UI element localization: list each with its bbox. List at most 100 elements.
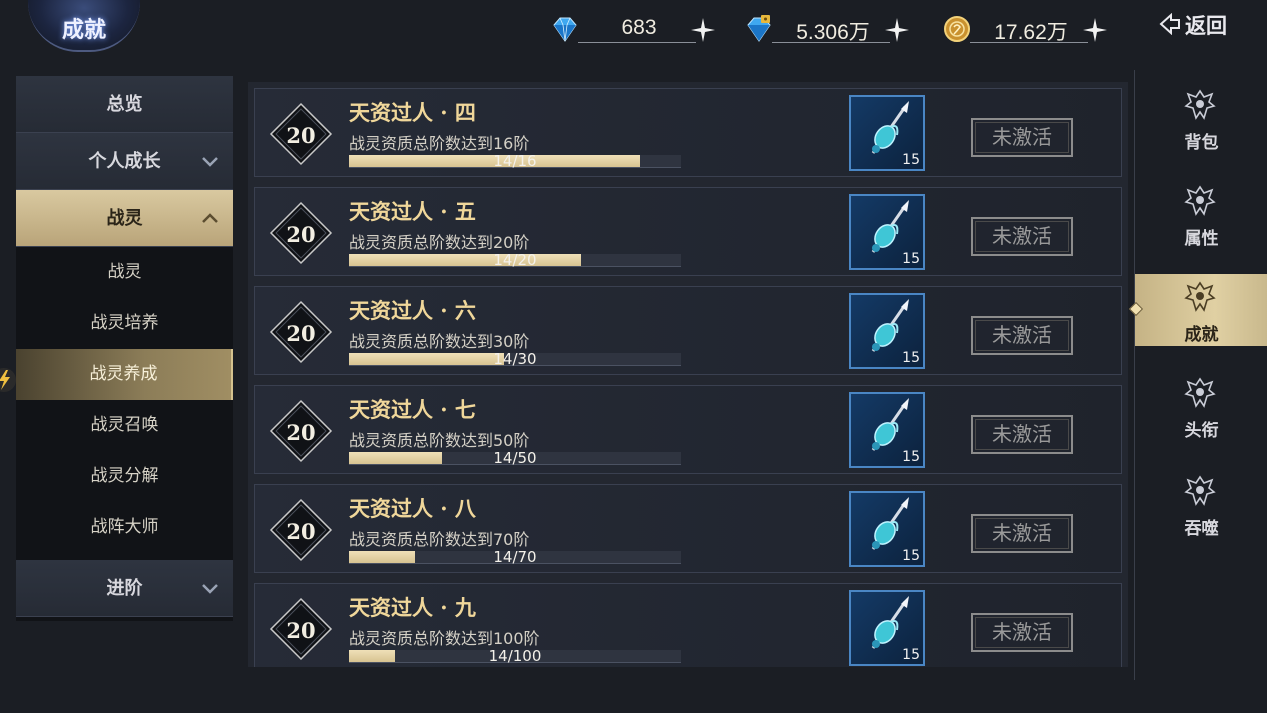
achievement-title: 天资过人 · 四: [349, 100, 476, 125]
progress-text: 14/16: [493, 152, 537, 170]
achievement-row: 20 天资过人 · 四 战灵资质总阶数达到16阶 14/16 15 未激活: [254, 88, 1122, 177]
activate-status-button[interactable]: 未激活: [971, 415, 1073, 454]
nav-category-overview[interactable]: 总览: [16, 76, 233, 133]
tab-label: 吞噬: [1184, 519, 1219, 539]
nav-sub-label: 战灵: [107, 262, 142, 282]
currency-diamond: 683: [550, 12, 720, 46]
activate-status-button[interactable]: 未激活: [971, 514, 1073, 553]
activate-status-button[interactable]: 未激活: [971, 118, 1073, 157]
emblem-title: 成就: [61, 17, 106, 43]
crest-icon: [1184, 89, 1216, 120]
crest-icon: [1184, 185, 1216, 216]
progress-text: 14/30: [493, 350, 537, 368]
add-bound-diamond-icon[interactable]: [884, 17, 910, 43]
divider: [578, 42, 696, 43]
nav-sub-item[interactable]: 战阵大师: [16, 502, 233, 553]
achievement-title: 天资过人 · 六: [349, 298, 476, 323]
reward-item[interactable]: 15: [849, 95, 925, 171]
add-diamond-icon[interactable]: [690, 17, 716, 43]
nav-sub-label: 战灵培养: [90, 313, 159, 333]
tab-4[interactable]: 吞噬: [1135, 468, 1267, 540]
reward-item[interactable]: 15: [849, 491, 925, 567]
add-gold-icon[interactable]: [1082, 17, 1108, 43]
nav-category-label: 个人成长: [88, 151, 161, 172]
progress-text: 14/20: [493, 251, 537, 269]
currency-gold: 17.62万: [942, 12, 1112, 46]
achievement-emblem: 成就: [28, 0, 140, 52]
achievement-points: 20: [286, 123, 316, 148]
nav-category-personal-growth[interactable]: 个人成长: [16, 133, 233, 190]
reward-item[interactable]: 15: [849, 293, 925, 369]
currency-bound-diamond: 5.306万: [744, 12, 914, 46]
reward-quantity: 15: [902, 251, 920, 267]
lightning-marker-icon: [0, 368, 16, 392]
achievement-points: 20: [286, 222, 316, 247]
achievement-points-badge: 20: [269, 597, 333, 661]
chevron-down-icon: [202, 584, 218, 594]
crest-icon: [1184, 475, 1216, 506]
divider: [970, 42, 1088, 43]
activate-status-button[interactable]: 未激活: [971, 613, 1073, 652]
back-button[interactable]: 返回: [1159, 8, 1239, 40]
nav-category-battle-spirit[interactable]: 战灵: [16, 190, 233, 247]
reward-item[interactable]: 15: [849, 590, 925, 666]
progress-text: 14/100: [488, 647, 542, 665]
active-pointer-icon: [1128, 301, 1144, 317]
activate-status-button[interactable]: 未激活: [971, 217, 1073, 256]
achievement-description: 战灵资质总阶数达到70阶: [349, 530, 530, 549]
achievement-row: 20 天资过人 · 五 战灵资质总阶数达到20阶 14/20 15 未激活: [254, 187, 1122, 276]
nav-sub-item[interactable]: 战灵: [16, 247, 233, 298]
achievement-points: 20: [286, 420, 316, 445]
bound-diamond-icon: [747, 15, 771, 42]
reward-item[interactable]: 15: [849, 194, 925, 270]
achievement-list[interactable]: 20 天资过人 · 四 战灵资质总阶数达到16阶 14/16 15 未激活 20…: [248, 82, 1128, 667]
tab-1[interactable]: 属性: [1135, 178, 1267, 250]
achievement-points-badge: 20: [269, 498, 333, 562]
left-nav: 总览 个人成长 战灵 战灵 战灵培养 战灵养成 战灵召唤 战灵分解 战阵大师 进…: [16, 76, 233, 621]
right-nav: 背包 属性 成就 头衔 吞噬: [1128, 70, 1267, 680]
reward-quantity: 15: [902, 548, 920, 564]
reward-quantity: 15: [902, 350, 920, 366]
nav-sub-label: 战阵大师: [90, 517, 159, 537]
back-arrow-icon: [1159, 13, 1180, 35]
nav-category-advance[interactable]: 进阶: [16, 560, 233, 617]
achievement-description: 战灵资质总阶数达到50阶: [349, 431, 530, 450]
achievement-points-badge: 20: [269, 399, 333, 463]
diamond-value: 683: [621, 16, 657, 39]
nav-category-label: 进阶: [106, 578, 143, 599]
achievement-points-badge: 20: [269, 201, 333, 265]
gold-coin-icon: [944, 16, 970, 42]
achievement-points: 20: [286, 321, 316, 346]
achievement-points-badge: 20: [269, 300, 333, 364]
back-label: 返回: [1185, 13, 1227, 38]
nav-sub-item[interactable]: 战灵分解: [16, 451, 233, 502]
tab-2[interactable]: 成就: [1128, 274, 1267, 346]
achievement-title: 天资过人 · 九: [349, 595, 476, 620]
progress-bar: 14/50: [349, 449, 681, 467]
achievement-description: 战灵资质总阶数达到30阶: [349, 332, 530, 351]
reward-item[interactable]: 15: [849, 392, 925, 468]
progress-text: 14/70: [493, 548, 537, 566]
achievement-title: 天资过人 · 八: [349, 496, 476, 521]
reward-quantity: 15: [902, 647, 920, 663]
nav-category-label: 总览: [106, 94, 143, 115]
nav-sub-item[interactable]: 战灵召唤: [16, 400, 233, 451]
tab-3[interactable]: 头衔: [1135, 370, 1267, 442]
crest-icon: [1184, 377, 1216, 408]
nav-sub-item-active[interactable]: 战灵养成: [16, 349, 233, 400]
nav-sub-item[interactable]: 战灵培养: [16, 298, 233, 349]
achievement-points: 20: [286, 618, 316, 643]
achievement-row: 20 天资过人 · 八 战灵资质总阶数达到70阶 14/70 15 未激活: [254, 484, 1122, 573]
reward-quantity: 15: [902, 449, 920, 465]
nav-sub-label: 战灵分解: [90, 466, 159, 486]
achievement-title: 天资过人 · 七: [349, 397, 476, 422]
achievement-row: 20 天资过人 · 七 战灵资质总阶数达到50阶 14/50 15 未激活: [254, 385, 1122, 474]
achievement-title: 天资过人 · 五: [349, 199, 476, 224]
diamond-icon: [553, 17, 577, 42]
activate-status-button[interactable]: 未激活: [971, 316, 1073, 355]
tab-0[interactable]: 背包: [1135, 82, 1267, 154]
tab-label: 头衔: [1184, 421, 1219, 441]
progress-bar: 14/30: [349, 350, 681, 368]
nav-category-label: 战灵: [106, 208, 143, 229]
progress-bar: 14/20: [349, 251, 681, 269]
